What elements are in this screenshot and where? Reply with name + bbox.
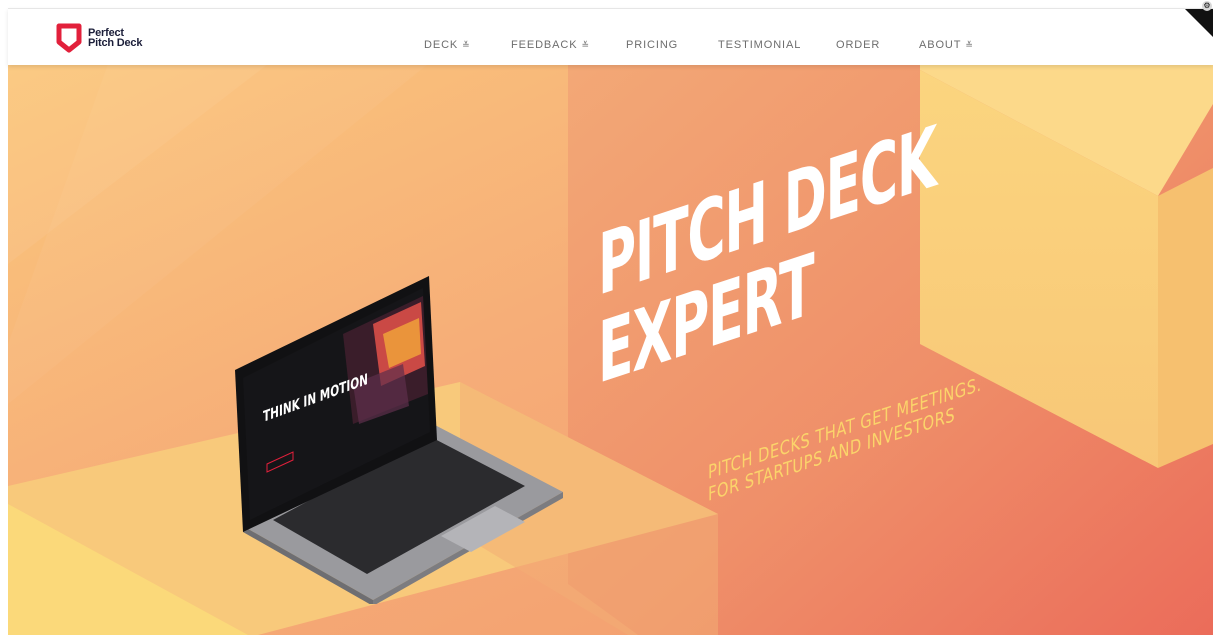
- hero-banner: THINK IN MOTION PITCH DECK EXPERT PITCH …: [8, 64, 1213, 635]
- main-menu: DECK ≚ FEEDBACK ≚ PRICING TESTIMONIAL ORDE…: [8, 39, 1213, 53]
- double-chevron-down-icon: ≚: [462, 40, 471, 50]
- corner-ribbon[interactable]: [1185, 9, 1213, 37]
- nav-item-testimonial[interactable]: TESTIMONIAL: [718, 39, 801, 51]
- nav-item-feedback[interactable]: FEEDBACK ≚: [511, 39, 590, 51]
- top-navigation-bar: Perfect Pitch Deck DECK ≚ FEEDBACK ≚ PRICI…: [8, 8, 1213, 65]
- nav-item-pricing[interactable]: PRICING: [626, 39, 678, 51]
- nav-item-feedback-label: FEEDBACK: [511, 39, 578, 51]
- nav-item-about[interactable]: ABOUT ≚: [919, 39, 974, 51]
- nav-item-testimonial-label: TESTIMONIAL: [718, 39, 802, 51]
- nav-item-deck[interactable]: DECK ≚: [424, 39, 471, 51]
- nav-item-order[interactable]: ORDER: [836, 39, 880, 51]
- double-chevron-down-icon: ≚: [581, 40, 590, 50]
- nav-item-deck-label: DECK: [424, 39, 459, 51]
- nav-item-about-label: ABOUT: [919, 39, 962, 51]
- nav-item-order-label: ORDER: [836, 39, 881, 51]
- double-chevron-down-icon: ≚: [965, 40, 974, 50]
- nav-item-pricing-label: PRICING: [626, 39, 679, 51]
- corner-gear-icon[interactable]: ⚙: [1202, 1, 1212, 11]
- laptop-mockup: [235, 276, 563, 604]
